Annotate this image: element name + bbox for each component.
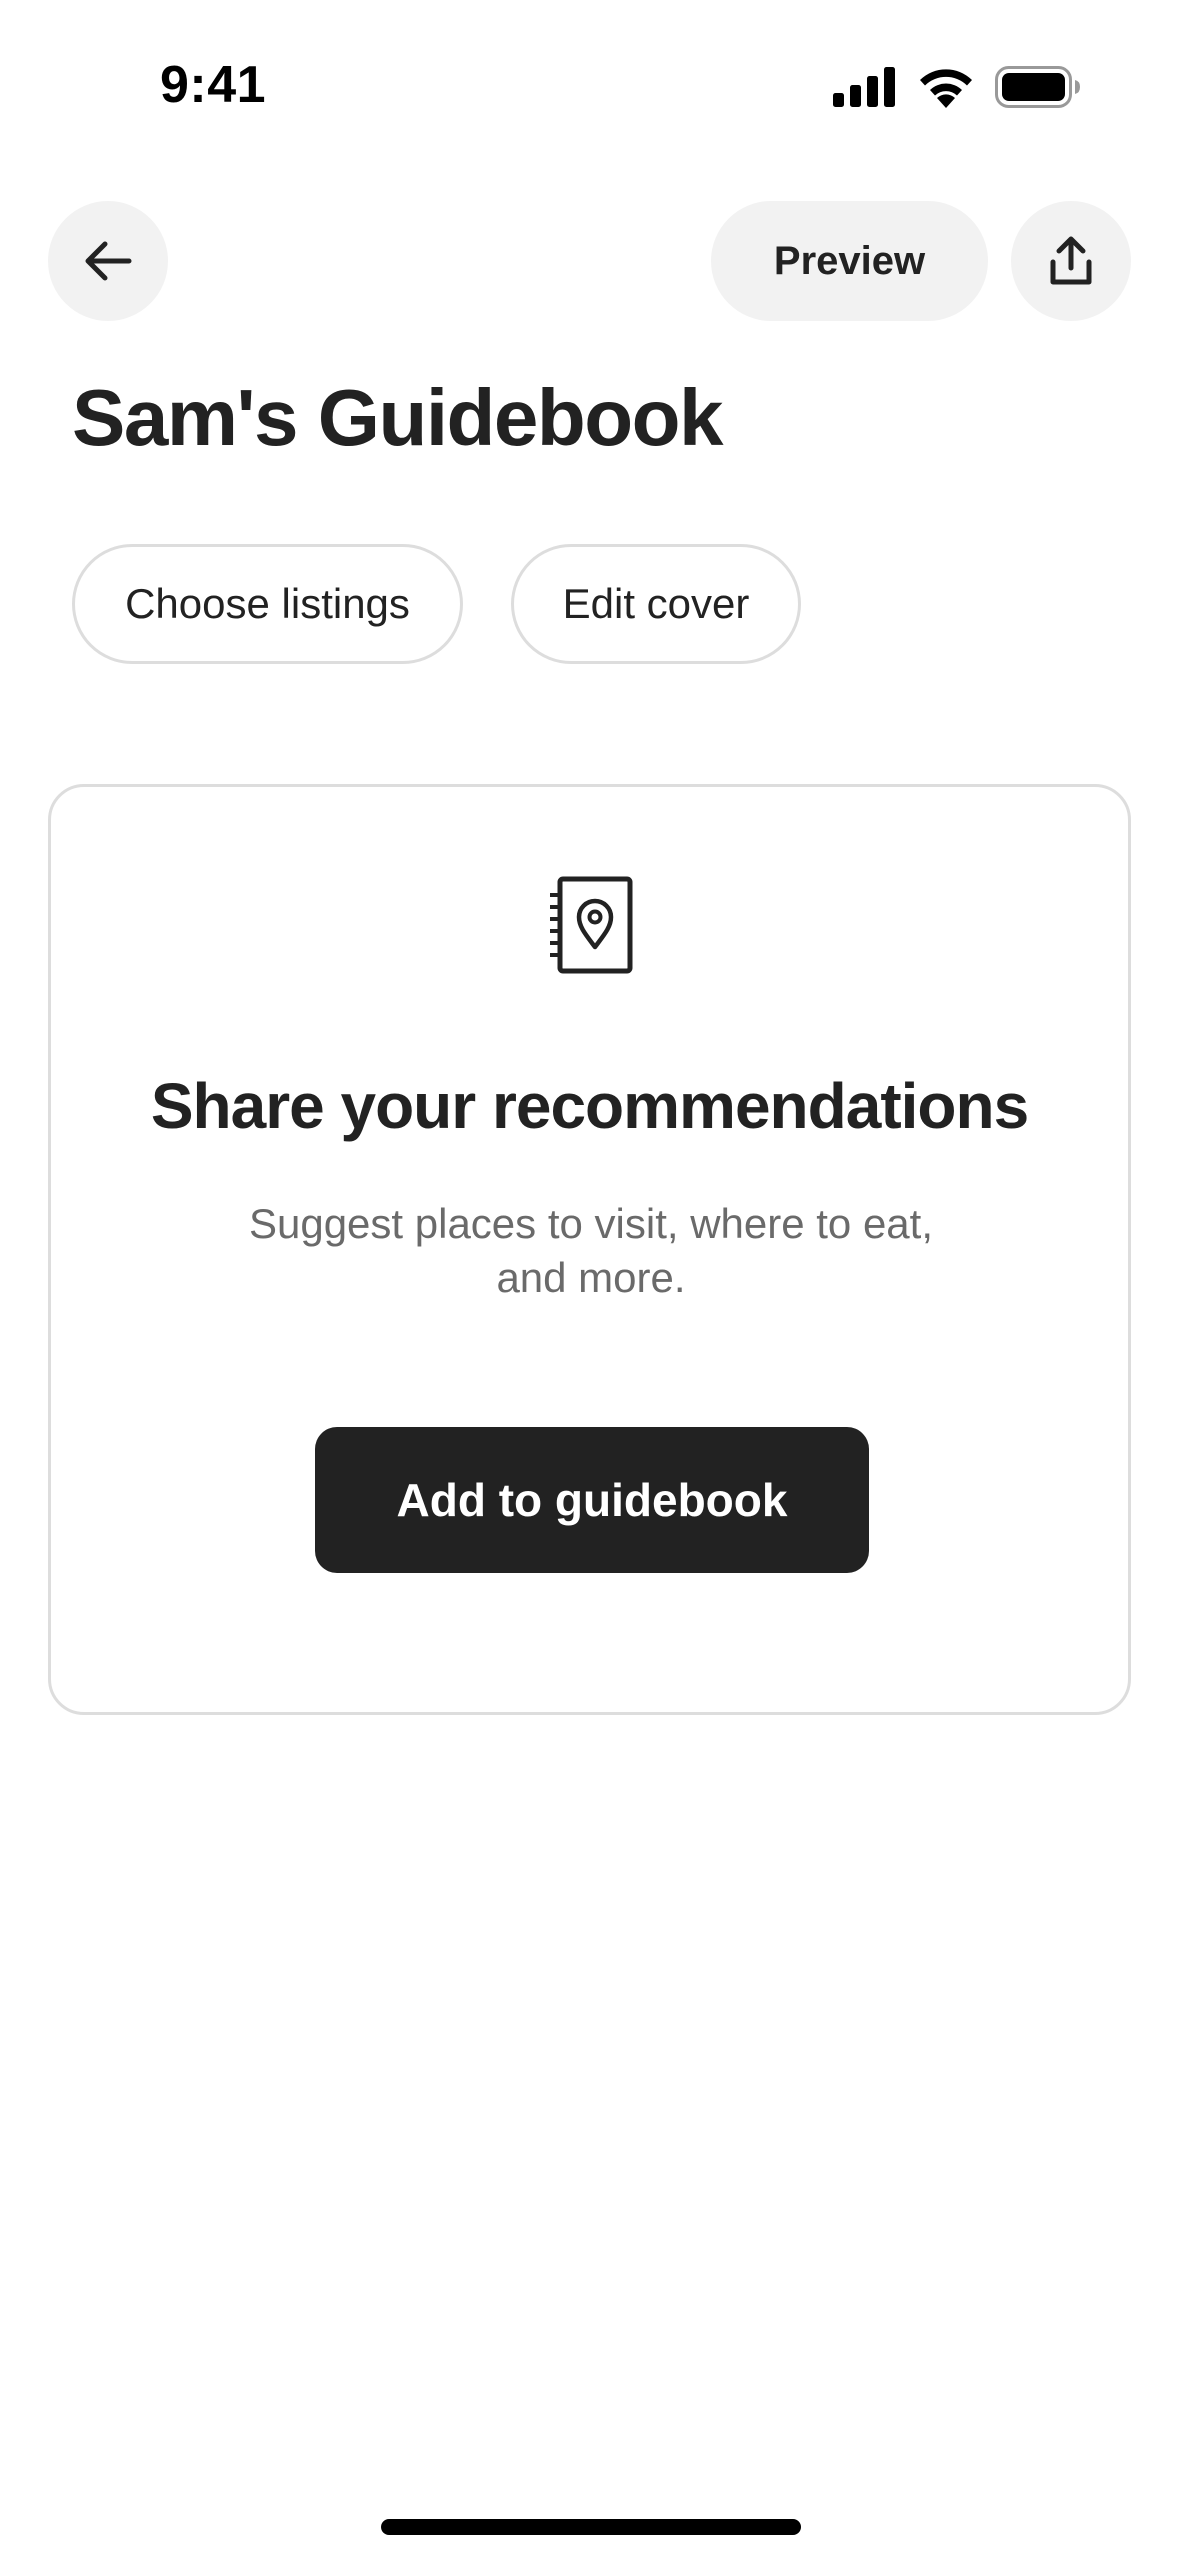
arrow-left-icon [85,241,132,281]
status-icons [833,66,1081,108]
edit-cover-button[interactable]: Edit cover [511,544,801,664]
choose-listings-button[interactable]: Choose listings [72,544,463,664]
status-time: 9:41 [160,56,267,114]
home-indicator[interactable] [381,2519,801,2535]
empty-state-description: Suggest places to visit, where to eat, a… [248,1200,934,1301]
guidebook-location-icon [550,876,633,974]
share-button[interactable] [1011,201,1131,321]
wifi-icon [920,69,972,108]
status-bar: 9:41 [0,0,1179,160]
back-button[interactable] [48,201,168,321]
add-to-guidebook-button[interactable]: Add to guidebook [315,1427,869,1573]
cellular-signal-icon [833,67,895,107]
empty-state-title: Share your recommendations [150,1070,1029,1142]
preview-button[interactable]: Preview [711,201,988,321]
page-title: Sam's Guidebook [72,373,724,462]
empty-state-card: Share your recommendations Suggest place… [48,784,1131,1715]
share-upload-icon [1050,236,1092,285]
battery-icon [995,66,1080,108]
